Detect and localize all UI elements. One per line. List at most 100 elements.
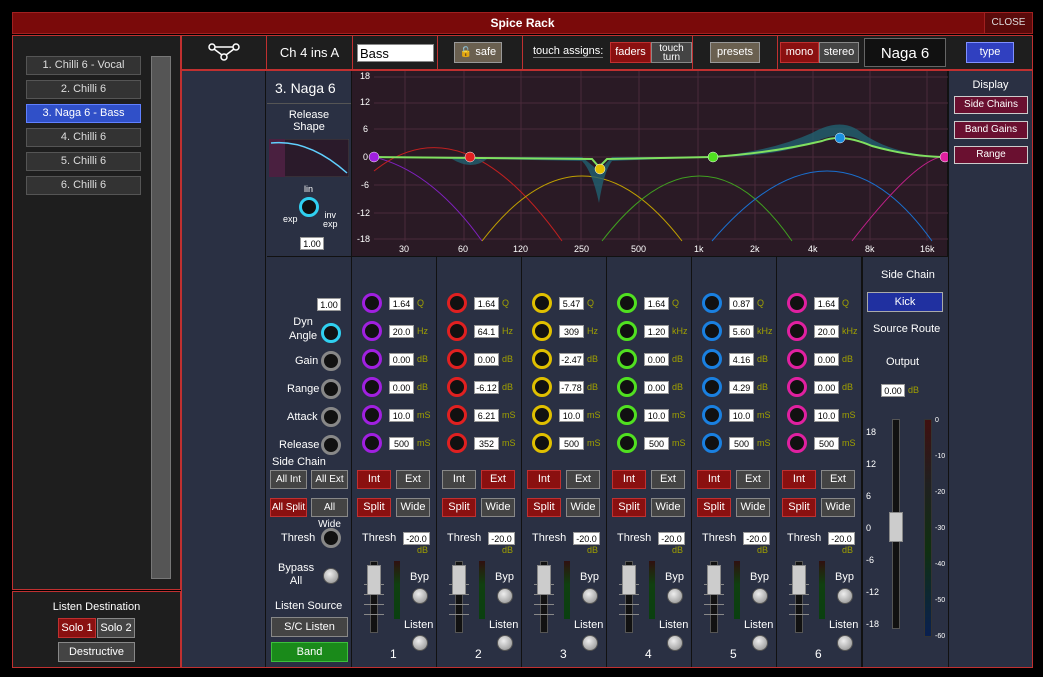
band5-bypass-button[interactable] [752, 588, 768, 604]
destructive-button[interactable]: Destructive [58, 642, 135, 662]
band1-attack-knob[interactable] [362, 405, 382, 425]
side-chains-display-button[interactable]: Side Chains [954, 96, 1028, 114]
band1-gain-value[interactable]: 0.00 [389, 353, 414, 366]
band2-split-button[interactable]: Split [442, 498, 476, 517]
band3-listen-button[interactable] [582, 635, 598, 651]
band6-range-value[interactable]: 0.00 [814, 381, 839, 394]
band4-attack-value[interactable]: 10.0 [644, 409, 669, 422]
band1-release-knob[interactable] [362, 433, 382, 453]
band6-ext-button[interactable]: Ext [821, 470, 855, 489]
band6-gain-value[interactable]: 0.00 [814, 353, 839, 366]
insert-item-4[interactable]: 4. Chilli 6 [26, 128, 141, 147]
list-scrollbar[interactable] [151, 56, 171, 579]
band3-release-value[interactable]: 500 [559, 437, 584, 450]
band6-fader-thumb[interactable] [792, 565, 806, 595]
band2-thresh-value[interactable]: -20.0 [488, 532, 515, 545]
band6-node[interactable] [939, 151, 948, 163]
band6-q-value[interactable]: 1.64 [814, 297, 839, 310]
band6-split-button[interactable]: Split [782, 498, 816, 517]
band3-range-knob[interactable] [532, 377, 552, 397]
band1-release-value[interactable]: 500 [389, 437, 414, 450]
safe-button[interactable]: 🔓 safe [454, 42, 502, 63]
band2-gain-knob[interactable] [447, 349, 467, 369]
eq-graph[interactable]: 18 12 6 0 -6 -12 -18 30 60 120 250 500 1… [352, 71, 948, 256]
band2-attack-value[interactable]: 6.21 [474, 409, 499, 422]
band3-freq-value[interactable]: 309 [559, 325, 584, 338]
band2-release-value[interactable]: 352 [474, 437, 499, 450]
band-listen-button[interactable]: Band [271, 642, 348, 662]
solo2-button[interactable]: Solo 2 [97, 618, 135, 638]
all-ext-button[interactable]: All Ext [311, 470, 348, 489]
band6-bypass-button[interactable] [837, 588, 853, 604]
band6-freq-knob[interactable] [787, 321, 807, 341]
solo1-button[interactable]: Solo 1 [58, 618, 96, 638]
band4-release-knob[interactable] [617, 433, 637, 453]
band2-node[interactable] [464, 151, 476, 163]
band1-freq-value[interactable]: 20.0 [389, 325, 414, 338]
mono-button[interactable]: mono [780, 42, 819, 63]
insert-item-6[interactable]: 6. Chilli 6 [26, 176, 141, 195]
band3-range-value[interactable]: -7.78 [559, 381, 584, 394]
routing-icon[interactable] [207, 41, 241, 63]
band6-attack-knob[interactable] [787, 405, 807, 425]
band5-int-button[interactable]: Int [697, 470, 731, 489]
band6-range-knob[interactable] [787, 377, 807, 397]
kick-source-button[interactable]: Kick [867, 292, 943, 312]
type-button[interactable]: type [966, 42, 1014, 63]
band1-attack-value[interactable]: 10.0 [389, 409, 414, 422]
band1-gain-knob[interactable] [362, 349, 382, 369]
band1-freq-knob[interactable] [362, 321, 382, 341]
band6-listen-button[interactable] [837, 635, 853, 651]
band3-freq-knob[interactable] [532, 321, 552, 341]
band3-release-knob[interactable] [532, 433, 552, 453]
release-shape-knob[interactable] [299, 197, 319, 217]
band3-ext-button[interactable]: Ext [566, 470, 600, 489]
band5-gain-knob[interactable] [702, 349, 722, 369]
band2-attack-knob[interactable] [447, 405, 467, 425]
band1-int-button[interactable]: Int [357, 470, 391, 489]
sc-listen-button[interactable]: S/C Listen [271, 617, 348, 637]
band6-gain-knob[interactable] [787, 349, 807, 369]
presets-button[interactable]: presets [710, 42, 760, 63]
band3-bypass-button[interactable] [582, 588, 598, 604]
band3-gain-knob[interactable] [532, 349, 552, 369]
band3-node[interactable] [594, 163, 606, 175]
global-gain-knob[interactable] [321, 351, 341, 371]
band1-listen-button[interactable] [412, 635, 428, 651]
band3-q-value[interactable]: 5.47 [559, 297, 584, 310]
band6-int-button[interactable]: Int [782, 470, 816, 489]
bypass-all-button[interactable] [323, 568, 339, 584]
band5-release-value[interactable]: 500 [729, 437, 754, 450]
band2-fader-thumb[interactable] [452, 565, 466, 595]
band4-int-button[interactable]: Int [612, 470, 646, 489]
dyn-angle-value[interactable]: 1.00 [317, 298, 341, 311]
band4-range-knob[interactable] [617, 377, 637, 397]
band5-listen-button[interactable] [752, 635, 768, 651]
release-shape-value[interactable]: 1.00 [300, 237, 324, 250]
band3-int-button[interactable]: Int [527, 470, 561, 489]
all-int-button[interactable]: All Int [270, 470, 307, 489]
insert-item-1[interactable]: 1. Chilli 6 - Vocal [26, 56, 141, 75]
band5-freq-value[interactable]: 5.60 [729, 325, 754, 338]
band1-thresh-value[interactable]: -20.0 [403, 532, 430, 545]
stereo-button[interactable]: stereo [819, 42, 859, 63]
band5-q-value[interactable]: 0.87 [729, 297, 754, 310]
band2-ext-button[interactable]: Ext [481, 470, 515, 489]
insert-item-2[interactable]: 2. Chilli 6 [26, 80, 141, 99]
band5-node[interactable] [834, 132, 846, 144]
band5-freq-knob[interactable] [702, 321, 722, 341]
band1-node[interactable] [368, 151, 380, 163]
band2-bypass-button[interactable] [497, 588, 513, 604]
band4-thresh-value[interactable]: -20.0 [658, 532, 685, 545]
band2-range-value[interactable]: -6.12 [474, 381, 499, 394]
band5-wide-button[interactable]: Wide [736, 498, 770, 517]
band6-release-knob[interactable] [787, 433, 807, 453]
band5-thresh-value[interactable]: -20.0 [743, 532, 770, 545]
band5-gain-value[interactable]: 4.16 [729, 353, 754, 366]
band4-gain-knob[interactable] [617, 349, 637, 369]
band3-attack-knob[interactable] [532, 405, 552, 425]
insert-item-5[interactable]: 5. Chilli 6 [26, 152, 141, 171]
close-button[interactable]: CLOSE [984, 13, 1032, 33]
band5-range-knob[interactable] [702, 377, 722, 397]
band4-bypass-button[interactable] [667, 588, 683, 604]
